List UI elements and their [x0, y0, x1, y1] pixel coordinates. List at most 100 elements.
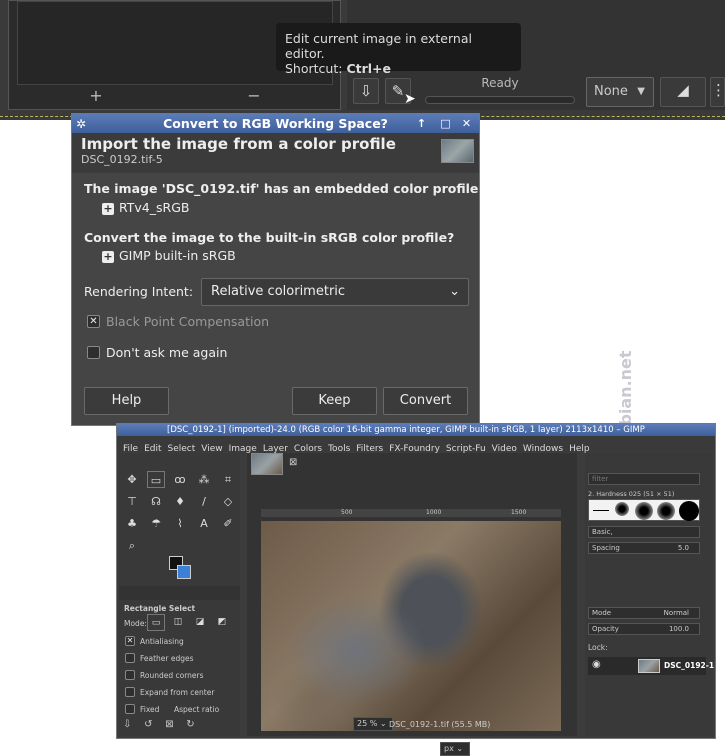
save-icon[interactable]: ⇩	[353, 78, 379, 104]
layer-row[interactable]: ◉ DSC_0192-1	[588, 657, 714, 675]
text-tool-icon[interactable]: A	[195, 515, 213, 532]
expand-checkbox[interactable]	[125, 687, 135, 697]
profile-select-value: None	[594, 84, 628, 99]
curve-select[interactable]: ◢	[660, 77, 706, 107]
move-tool-icon[interactable]: ✥	[123, 471, 141, 488]
layer-mode-label: Mode	[592, 609, 612, 617]
embedded-profile-name: RTv4_sRGB	[119, 200, 190, 215]
mode-subtract-icon[interactable]: ◪	[191, 614, 209, 631]
more-icon[interactable]: ⋮	[710, 77, 725, 107]
layer-thumbnail	[638, 659, 660, 673]
eye-icon[interactable]: ◉	[592, 659, 601, 670]
brush-preset-value: Basic,	[592, 528, 613, 536]
help-button[interactable]: Help	[84, 387, 169, 415]
gimp-titlebar[interactable]: [DSC_0192-1] (imported)-24.0 (RGB color …	[117, 424, 715, 436]
add-button[interactable]: +	[17, 87, 175, 105]
layer-name: DSC_0192-1	[664, 661, 715, 670]
mode-add-icon[interactable]: ◫	[169, 614, 187, 631]
spacing-value: 5.0	[677, 544, 689, 552]
fixed-label: Fixed	[140, 705, 160, 714]
brush-filter[interactable]: filter	[588, 473, 700, 485]
warp-tool-icon[interactable]: ☊	[147, 493, 165, 510]
ruler-label: 1500	[511, 509, 527, 516]
option-antialiasing: Antialiasing	[140, 637, 184, 646]
feather-checkbox[interactable]	[125, 653, 135, 663]
brush-name: 2. Hardness 025 (51 × 51)	[588, 490, 675, 498]
mode-replace-icon[interactable]: ▭	[147, 614, 165, 631]
zoom-select[interactable]: 25 % ⌄	[353, 717, 393, 731]
unit-select[interactable]: px ⌄	[440, 742, 470, 756]
ruler-label: 1000	[426, 509, 442, 516]
rect-select-tool-icon[interactable]: ▭	[147, 471, 165, 488]
smudge-tool-icon[interactable]: ☂	[147, 515, 165, 532]
paintbrush-icon[interactable]: /	[195, 493, 213, 510]
ruler-label: 500	[341, 509, 353, 516]
bpc-label: Black Point Compensation	[106, 314, 270, 329]
bucket-fill-icon[interactable]: ♦	[171, 493, 189, 510]
option-feather: Feather edges	[140, 654, 194, 663]
paths-tool-icon[interactable]: ⌇	[171, 515, 189, 532]
image-tab-thumbnail[interactable]	[251, 453, 283, 475]
intent-value: Relative colorimetric	[211, 284, 346, 299]
close-tab-icon[interactable]: ⊠	[289, 457, 297, 468]
chevron-down-icon: ⌄	[449, 284, 460, 299]
rounded-checkbox[interactable]	[125, 670, 135, 680]
brush-grid[interactable]	[588, 499, 700, 521]
brush-item[interactable]	[615, 502, 629, 516]
mode-intersect-icon[interactable]: ◩	[213, 614, 231, 631]
lock-label: Lock:	[588, 643, 608, 652]
maximize-icon[interactable]: □	[438, 116, 453, 131]
color-picker-icon[interactable]: ✐	[219, 515, 237, 532]
dialog-titlebar[interactable]: ✲ Convert to RGB Working Space? ↑ □ ✕	[72, 114, 479, 133]
dialog-header: Import the image from a color profile DS…	[72, 133, 479, 173]
brush-item[interactable]	[679, 501, 699, 521]
expand-icon[interactable]: +	[102, 251, 114, 263]
transform-tool-icon[interactable]: ⊤	[123, 493, 141, 510]
convert-button[interactable]: Convert	[383, 387, 468, 415]
up-icon[interactable]: ↑	[414, 116, 429, 131]
crop-tool-icon[interactable]: ⌗	[219, 471, 237, 488]
rendering-intent-select[interactable]: Relative colorimetric ⌄	[201, 278, 469, 306]
app-icon: ✲	[76, 117, 87, 131]
canvas-area: ⊠ 500 1000 1500 px ⌄	[247, 453, 577, 756]
background-color-swatch[interactable]	[177, 565, 191, 579]
layer-mode-value: Normal	[663, 609, 689, 617]
brush-line[interactable]	[593, 510, 609, 511]
dont-ask-checkbox[interactable]	[87, 346, 100, 359]
zoom-tool-icon[interactable]: ⌕	[123, 537, 141, 554]
menubar: File Edit Select View Image Layer Colors Tools F…	[117, 436, 715, 454]
opacity-field[interactable]: Opacity 100.0	[588, 623, 700, 635]
remove-button[interactable]: −	[175, 87, 333, 105]
tooltip: Edit current image in external editor. S…	[276, 23, 521, 76]
progress-bar	[425, 96, 575, 104]
brush-item[interactable]	[657, 502, 675, 520]
squirrel-photo[interactable]	[261, 521, 561, 731]
convert-dialog: ✲ Convert to RGB Working Space? ↑ □ ✕ Im…	[71, 113, 480, 426]
chevron-down-icon: ▼	[637, 86, 645, 97]
brush-preset-select[interactable]: Basic,	[588, 526, 700, 538]
brush-item[interactable]	[635, 502, 653, 520]
expand-icon[interactable]: +	[102, 203, 114, 215]
fixed-checkbox[interactable]	[125, 704, 135, 714]
bpc-checkbox[interactable]: ✕	[87, 315, 100, 328]
opacity-label: Opacity	[592, 625, 619, 633]
aspect-label: Aspect ratio	[174, 705, 220, 714]
spacing-label: Spacing	[592, 544, 620, 552]
option-expand: Expand from center	[140, 688, 215, 697]
builtin-profile-name: GIMP built-in sRGB	[119, 248, 236, 263]
fuzzy-select-icon[interactable]: ⁂	[195, 471, 213, 488]
keep-button[interactable]: Keep	[292, 387, 377, 415]
antialiasing-checkbox[interactable]: ✕	[125, 636, 135, 646]
lasso-tool-icon[interactable]: ꝏ	[171, 471, 189, 488]
image-thumbnail	[441, 139, 474, 163]
profile-select[interactable]: None ▼	[586, 77, 654, 107]
layer-mode-select[interactable]: Mode Normal	[588, 607, 700, 619]
tool-options-title: Rectangle Select	[124, 604, 196, 613]
tool-options-tabs	[119, 586, 240, 600]
tooltip-line1: Edit current image in external editor.	[285, 31, 472, 61]
close-icon[interactable]: ✕	[459, 116, 474, 131]
clone-tool-icon[interactable]: ♣	[123, 515, 141, 532]
spacing-field[interactable]: Spacing 5.0	[588, 542, 700, 554]
eraser-icon[interactable]: ◇	[219, 493, 237, 510]
gimp-title: [DSC_0192-1] (imported)-24.0 (RGB color …	[167, 425, 645, 435]
